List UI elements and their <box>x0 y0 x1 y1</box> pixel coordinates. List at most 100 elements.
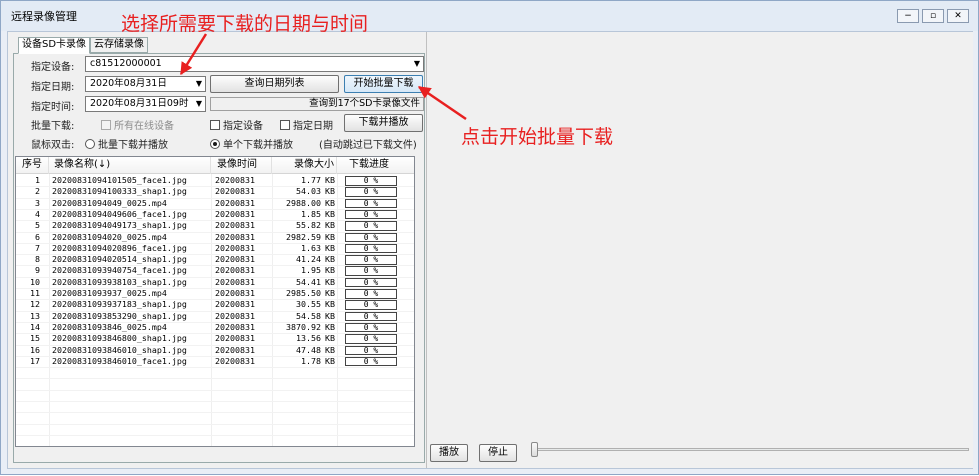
download-progress-bar: 0 % <box>345 243 397 254</box>
cell-size: 1.63 <box>301 242 321 253</box>
table-row[interactable]: 15 20200831093846800_shap1.jpg 20200831 13.… <box>16 333 414 344</box>
cell-index: 2 <box>35 186 40 197</box>
cell-time: 20200831 <box>215 220 255 231</box>
cell-size-unit: KB <box>325 197 335 208</box>
cell-size-unit: KB <box>325 254 335 265</box>
time-select[interactable]: 2020年08月31日09时 ▼ <box>85 96 206 112</box>
table-row[interactable]: 6 20200831094020_0025.mp4 20200831 2982.59 K… <box>16 232 414 243</box>
table-row[interactable]: 16 20200831093846010_shap1.jpg 20200831 47.… <box>16 345 414 356</box>
tab-cloud-recordings[interactable]: 云存储录像 <box>90 37 148 53</box>
cell-index: 11 <box>30 288 40 298</box>
playback-slider[interactable] <box>531 442 969 457</box>
specify-device-checkbox[interactable]: 指定设备 <box>210 117 263 132</box>
cell-name: 20200831094101505_face1.jpg <box>52 175 187 185</box>
cell-size-unit: KB <box>325 344 335 355</box>
slider-track <box>531 448 969 451</box>
table-row[interactable]: 12 20200831093937183_shap1.jpg 20200831 30.… <box>16 299 414 310</box>
all-online-devices-checkbox[interactable]: 所有在线设备 <box>101 117 174 132</box>
column-header-progress[interactable]: 下载进度 <box>337 157 414 174</box>
download-progress-bar: 0 % <box>345 232 397 242</box>
cell-time: 20200831 <box>215 299 255 310</box>
table-row[interactable]: 10 20200831093938103_shap1.jpg 20200831 54.… <box>16 277 414 288</box>
single-download-play-radio[interactable]: 单个下载并播放 <box>210 136 293 151</box>
time-value: 2020年08月31日09时 <box>90 98 189 109</box>
recording-file-list[interactable]: 序号 录像名称(↓) 录像时间 录像大小 下载进度 1 2020083109410… <box>15 156 415 447</box>
table-row[interactable]: 14 20200831093846_0025.mp4 20200831 3870.92… <box>16 322 414 333</box>
cell-size: 54.58 <box>296 310 321 321</box>
minimize-button[interactable]: − <box>897 9 919 23</box>
close-button[interactable]: ✕ <box>947 9 969 23</box>
row-gridline <box>16 299 414 301</box>
cell-time: 20200831 <box>215 242 255 253</box>
window-title: 远程录像管理 <box>11 10 77 23</box>
table-row[interactable]: 7 20200831094020896_face1.jpg 20200831 1.63… <box>16 243 414 254</box>
date-value: 2020年08月31日 <box>90 78 167 89</box>
column-header-time[interactable]: 录像时间 <box>211 157 272 174</box>
cell-time: 20200831 <box>215 288 255 298</box>
row-gridline <box>16 276 414 278</box>
download-progress-bar: 0 % <box>345 209 397 220</box>
specify-date-checkbox[interactable]: 指定日期 <box>280 117 333 132</box>
batch-download-label: 批量下载: <box>31 121 75 132</box>
table-row[interactable]: 4 20200831094049606_face1.jpg 20200831 1.85… <box>16 209 414 220</box>
column-header-size[interactable]: 录像大小 <box>272 157 337 174</box>
time-label: 指定时间: <box>31 102 75 113</box>
cell-name: 20200831093846010_shap1.jpg <box>52 344 187 355</box>
table-row[interactable]: 17 20200831093846010_face1.jpg 20200831 1.7… <box>16 356 414 367</box>
table-row[interactable]: 8 20200831094020514_shap1.jpg 20200831 41.2… <box>16 254 414 265</box>
cell-size-unit: KB <box>325 265 335 276</box>
row-gridline <box>16 288 414 289</box>
query-status: 查询到17个SD卡录像文件 <box>210 97 424 111</box>
column-header-index[interactable]: 序号 <box>16 157 49 174</box>
column-header-name[interactable]: 录像名称(↓) <box>49 157 211 174</box>
double-click-label: 鼠标双击: <box>31 140 75 151</box>
cell-time: 20200831 <box>215 355 255 366</box>
device-select[interactable]: c81512000001 ▼ <box>85 56 424 72</box>
download-and-play-button[interactable]: 下载并播放 <box>344 114 423 132</box>
row-gridline <box>16 389 414 391</box>
date-label: 指定日期: <box>31 82 75 93</box>
row-gridline <box>16 254 414 256</box>
download-progress-bar: 0 % <box>345 266 397 276</box>
start-batch-download-button[interactable]: 开始批量下载 <box>344 75 423 93</box>
row-gridline <box>16 242 414 244</box>
cell-time: 20200831 <box>215 344 255 355</box>
table-row[interactable]: 5 20200831094049173_shap1.jpg 20200831 55.8… <box>16 220 414 231</box>
table-row[interactable]: 1 20200831094101505_face1.jpg 20200831 1.77… <box>16 175 414 186</box>
radio-dot-selected <box>210 139 220 149</box>
batch-download-play-radio[interactable]: 批量下载并播放 <box>85 136 168 151</box>
row-gridline <box>16 265 414 267</box>
annotation-start-batch-download: 点击开始批量下载 <box>461 126 614 148</box>
cell-index: 17 <box>30 355 40 366</box>
radio-dot <box>85 139 95 149</box>
cell-name: 20200831094020896_face1.jpg <box>52 242 187 253</box>
cell-time: 20200831 <box>215 321 255 332</box>
cell-name: 20200831094100333_shap1.jpg <box>52 186 187 197</box>
download-progress-bar: 0 % <box>345 300 397 310</box>
batch-download-play-label: 批量下载并播放 <box>98 140 168 151</box>
download-progress-bar: 0 % <box>345 345 397 355</box>
tab-sd-card-recordings[interactable]: 设备SD卡录像 <box>18 37 91 54</box>
table-row[interactable]: 3 20200831094049_0025.mp4 20200831 2988.00 K… <box>16 198 414 209</box>
row-gridline <box>16 401 414 402</box>
table-row[interactable]: 11 20200831093937_0025.mp4 20200831 2985.50… <box>16 288 414 299</box>
cell-size: 54.41 <box>296 276 321 287</box>
play-button[interactable]: 播放 <box>430 444 468 462</box>
table-row[interactable]: 2 20200831094100333_shap1.jpg 20200831 54.0… <box>16 186 414 197</box>
stop-button[interactable]: 停止 <box>479 444 517 462</box>
table-row[interactable]: 9 20200831093940754_face1.jpg 20200831 1.95… <box>16 265 414 276</box>
cell-name: 20200831094049606_face1.jpg <box>52 208 187 219</box>
row-gridline <box>16 220 414 222</box>
date-select[interactable]: 2020年08月31日 ▼ <box>85 76 206 92</box>
row-gridline <box>16 434 414 436</box>
cell-size-unit: KB <box>325 276 335 287</box>
restore-button[interactable]: ▫ <box>922 9 944 23</box>
slider-thumb[interactable] <box>531 442 538 457</box>
table-row[interactable]: 13 20200831093853290_shap1.jpg 20200831 54.… <box>16 311 414 322</box>
download-progress-bar: 0 % <box>345 311 397 322</box>
remote-recording-window: 远程录像管理 − ▫ ✕ 设备SD卡录像 云存储录像 指定设备: c815120… <box>0 0 979 475</box>
cell-index: 10 <box>30 276 40 287</box>
row-gridline <box>16 333 414 335</box>
query-dates-button[interactable]: 查询日期列表 <box>210 75 339 93</box>
cell-index: 4 <box>35 208 40 219</box>
